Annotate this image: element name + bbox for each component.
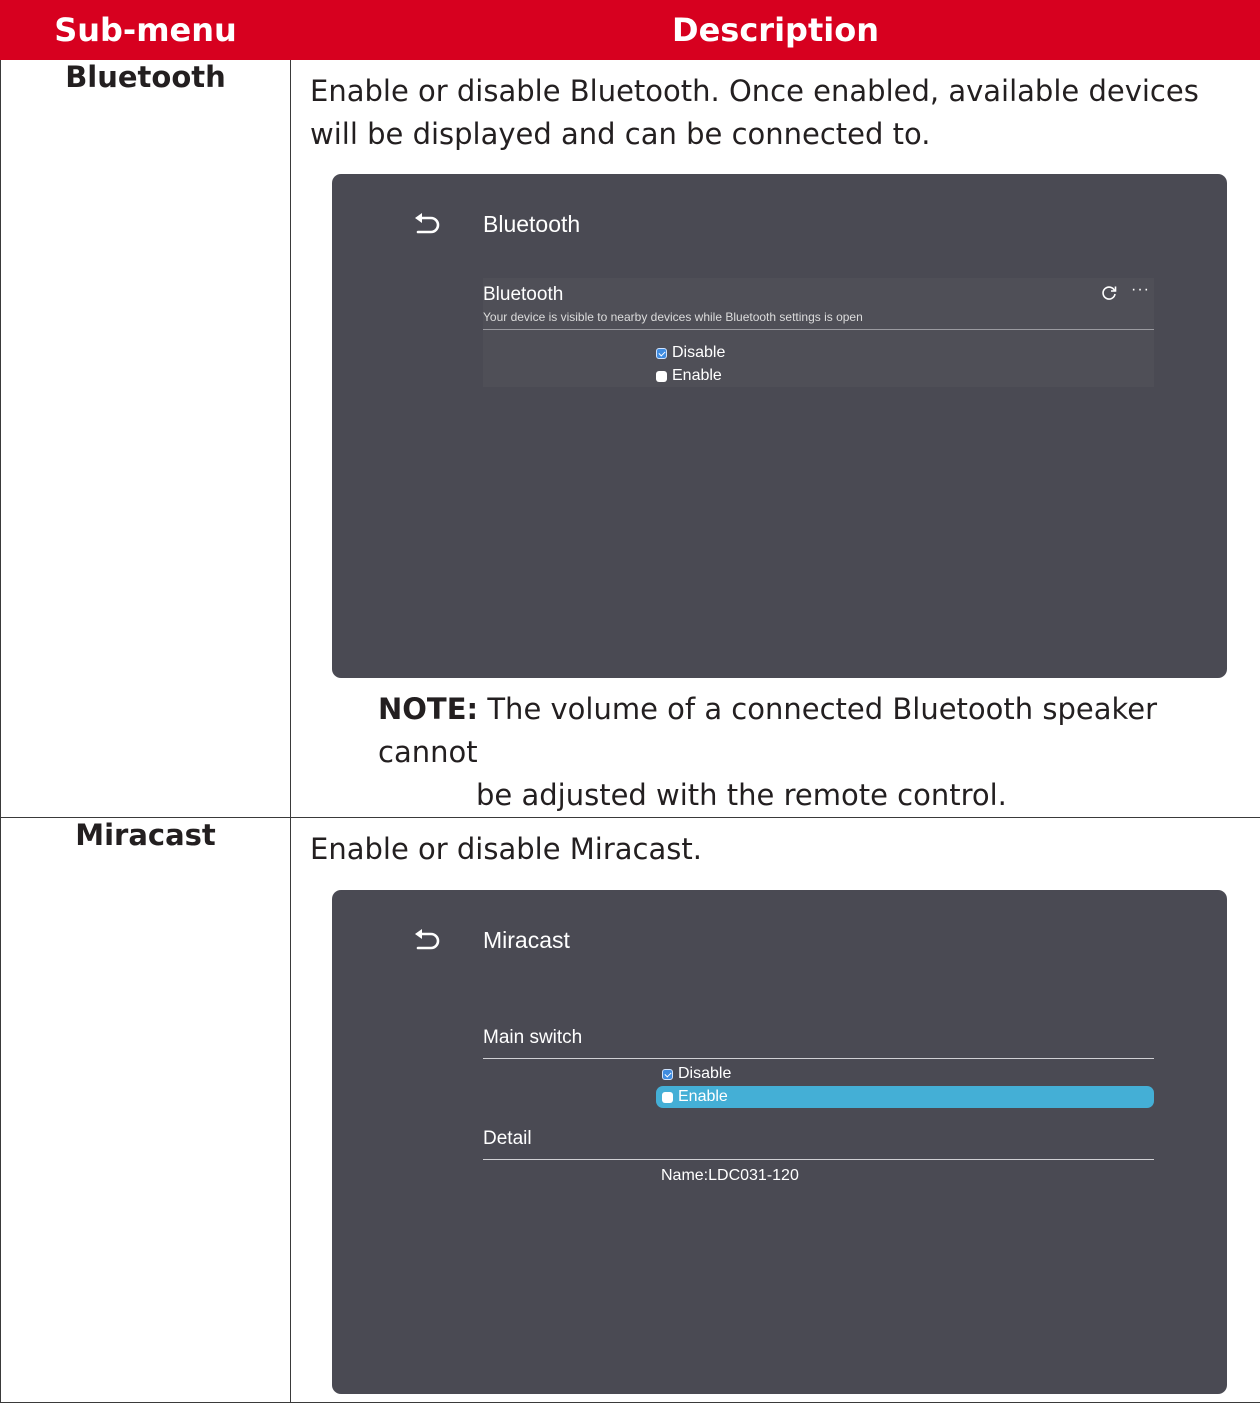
option-label: Enable <box>678 1088 728 1106</box>
table-row-bluetooth: Bluetooth Enable or disable Bluetooth. O… <box>1 60 1260 818</box>
note-line-1: The volume of a connected Bluetooth spea… <box>378 692 1157 769</box>
bluetooth-screen-title: Bluetooth <box>483 211 580 238</box>
submenu-table: Sub-menu Description Bluetooth Enable or… <box>0 0 1260 1403</box>
detail-label: Detail <box>483 1128 532 1150</box>
checkbox-unchecked-icon <box>656 371 667 382</box>
option-label: Disable <box>678 1065 731 1083</box>
miracast-screenshot: Miracast Main switch Disable Enable Deta… <box>332 890 1227 1394</box>
miracast-option-enable[interactable]: Enable <box>662 1088 728 1106</box>
bluetooth-description: Enable or disable Bluetooth. Once enable… <box>291 60 1260 156</box>
back-icon[interactable] <box>412 210 442 240</box>
more-options-icon[interactable]: ··· <box>1131 281 1150 299</box>
back-icon[interactable] <box>412 926 442 956</box>
header-submenu: Sub-menu <box>1 1 291 60</box>
bluetooth-option-enable[interactable]: Enable <box>656 367 722 385</box>
option-label: Disable <box>672 344 725 362</box>
header-description: Description <box>291 1 1260 60</box>
description-cell-miracast: Enable or disable Miracast. Miracast Mai… <box>291 818 1260 1403</box>
bluetooth-section-title: Bluetooth <box>483 284 563 306</box>
bluetooth-note: NOTE: The volume of a connected Bluetoot… <box>291 678 1260 817</box>
miracast-description: Enable or disable Miracast. <box>291 818 1260 871</box>
miracast-screen-title: Miracast <box>483 927 570 954</box>
bluetooth-visibility-text: Your device is visible to nearby devices… <box>483 310 863 324</box>
option-label: Enable <box>672 367 722 385</box>
bluetooth-screenshot: Bluetooth Bluetooth ··· Your device is v… <box>332 174 1227 678</box>
divider <box>483 1159 1154 1160</box>
bluetooth-settings-section: Bluetooth ··· Your device is visible to … <box>483 278 1154 387</box>
divider <box>483 1058 1154 1059</box>
checkbox-checked-icon <box>662 1069 673 1080</box>
miracast-option-disable[interactable]: Disable <box>662 1065 731 1083</box>
main-switch-label: Main switch <box>483 1027 582 1049</box>
checkbox-checked-icon <box>656 348 667 359</box>
divider <box>483 329 1154 330</box>
table-header-row: Sub-menu Description <box>1 1 1260 60</box>
device-name-value: Name:LDC031-120 <box>661 1167 799 1185</box>
submenu-miracast: Miracast <box>1 818 291 1403</box>
bluetooth-option-disable[interactable]: Disable <box>656 344 725 362</box>
note-label: NOTE: <box>378 692 478 726</box>
table-row-miracast: Miracast Enable or disable Miracast. Mir… <box>1 818 1260 1403</box>
description-cell-bluetooth: Enable or disable Bluetooth. Once enable… <box>291 60 1260 818</box>
selected-row-highlight <box>656 1086 1154 1108</box>
submenu-bluetooth: Bluetooth <box>1 60 291 818</box>
note-line-2: be adjusted with the remote control. <box>378 774 1260 817</box>
checkbox-unchecked-icon <box>662 1092 673 1103</box>
refresh-icon[interactable] <box>1100 284 1118 302</box>
